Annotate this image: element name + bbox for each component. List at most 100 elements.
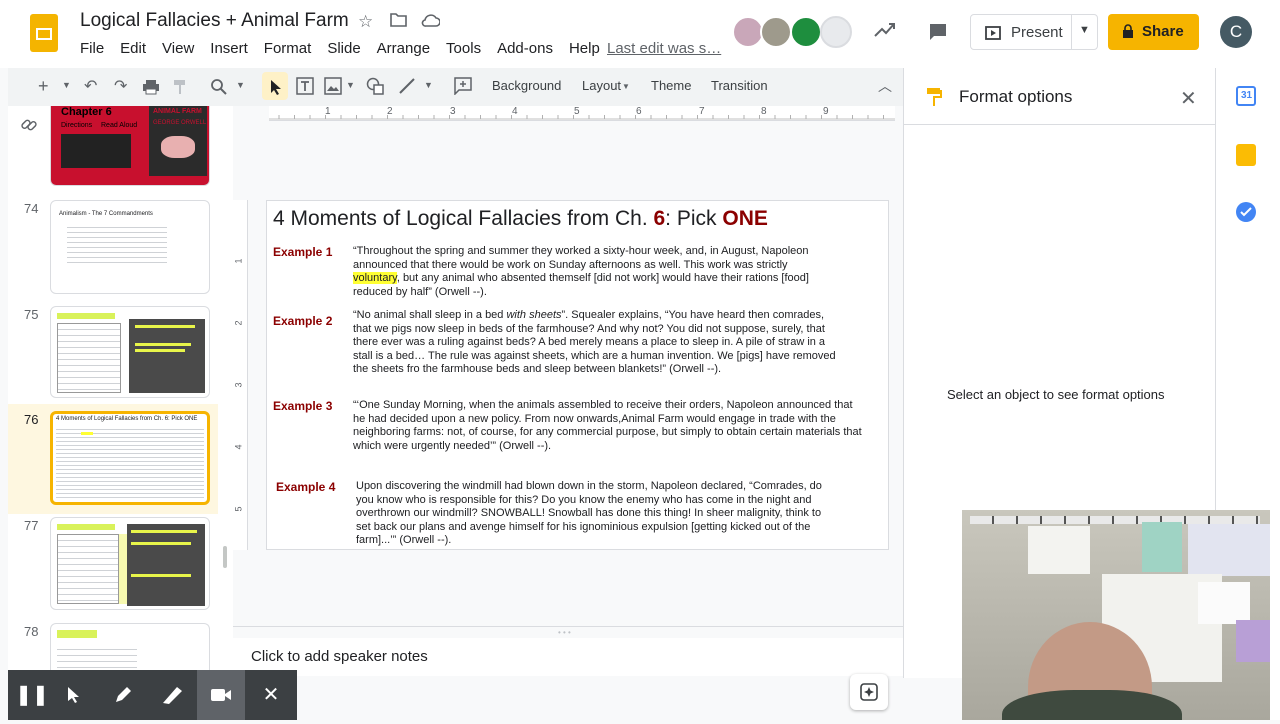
text-box-icon[interactable] <box>296 77 314 100</box>
close-panel-icon[interactable]: ✕ <box>1180 86 1197 111</box>
slide-thumbnail[interactable]: Animalism - The 7 Commandments <box>50 200 210 294</box>
menu-insert[interactable]: Insert <box>210 40 248 57</box>
menu-arrange[interactable]: Arrange <box>377 40 430 57</box>
ruler-tick: 8 <box>761 106 767 117</box>
zoom-dropdown-icon[interactable]: ▼ <box>236 80 245 90</box>
move-folder-icon[interactable] <box>390 12 407 32</box>
document-title[interactable]: Logical Fallacies + Animal Farm <box>80 10 349 32</box>
layout-dropdown-icon[interactable]: ▼ <box>622 82 630 91</box>
horizontal-ruler[interactable]: 1 2 3 4 5 6 7 8 9 <box>269 106 895 121</box>
lock-icon <box>1123 24 1133 38</box>
new-slide-dropdown-icon[interactable]: ▼ <box>62 80 71 90</box>
image-dropdown-icon[interactable]: ▼ <box>346 80 355 90</box>
activity-trend-icon[interactable] <box>874 22 896 43</box>
speaker-notes[interactable]: Click to add speaker notes <box>233 638 903 676</box>
keep-icon[interactable] <box>1236 144 1256 166</box>
add-comment-icon[interactable] <box>454 77 472 100</box>
wall-poster <box>1236 620 1270 662</box>
webcam-overlay <box>962 510 1270 720</box>
user-account-avatar[interactable]: C <box>1220 16 1252 48</box>
example-4-label: Example 4 <box>276 480 336 494</box>
background-button[interactable]: Background <box>492 78 561 93</box>
slides-logo-icon[interactable] <box>30 14 58 52</box>
slide-76[interactable]: 4 Moments of Logical Fallacies from Ch. … <box>266 200 889 550</box>
cloud-status-icon[interactable] <box>421 12 441 32</box>
example-4-text[interactable]: Upon discovering the windmill had blown … <box>356 480 876 548</box>
slide-number: 76 <box>24 412 39 427</box>
wall-paper <box>1028 526 1090 574</box>
star-icon[interactable]: ☆ <box>358 12 373 32</box>
menu-edit[interactable]: Edit <box>120 40 146 57</box>
pen-tool-icon[interactable] <box>99 670 147 720</box>
pause-icon[interactable]: ❚❚ <box>8 670 56 720</box>
shape-icon[interactable] <box>366 77 384 100</box>
example-3-label: Example 3 <box>273 399 333 413</box>
explore-sparkle-icon <box>860 683 878 701</box>
highlighter-tool-icon[interactable] <box>148 670 196 720</box>
ruler-tick: 6 <box>636 106 642 117</box>
more-collaborators-icon[interactable] <box>820 16 852 48</box>
share-label: Share <box>1142 23 1184 40</box>
pig-illustration <box>161 136 195 158</box>
thumbnail-text-lines <box>56 426 204 500</box>
paint-format-icon[interactable] <box>172 79 188 100</box>
theme-button[interactable]: Theme <box>651 78 691 93</box>
slide-number: 74 <box>24 201 39 216</box>
example-2-text[interactable]: “No animal shall sleep in a bed with she… <box>353 309 883 377</box>
redo-icon[interactable]: ↷ <box>114 76 127 96</box>
share-button[interactable]: Share <box>1108 14 1199 50</box>
book-cover-image: ANIMAL FARM GEORGE ORWELL <box>149 106 207 176</box>
thumbnail-title: Animalism - The 7 Commandments <box>59 211 153 217</box>
last-edit-link[interactable]: Last edit was s… <box>607 40 721 57</box>
select-tool[interactable] <box>262 72 288 100</box>
menu-tools[interactable]: Tools <box>446 40 481 57</box>
menu-slide[interactable]: Slide <box>327 40 360 57</box>
layout-button[interactable]: Layout <box>582 78 621 93</box>
pointer-tool-icon[interactable] <box>50 670 98 720</box>
image-icon[interactable] <box>324 77 342 100</box>
slide-thumbnail-selected[interactable]: 4 Moments of Logical Fallacies from Ch. … <box>50 411 210 505</box>
present-dropdown-icon[interactable]: ▼ <box>1079 24 1090 36</box>
example-3-text[interactable]: “‘One Sunday Morning, when the animals a… <box>353 399 888 453</box>
close-recording-icon[interactable]: ✕ <box>247 670 295 720</box>
collaborator-avatar[interactable] <box>790 16 822 48</box>
ruler-tick: 5 <box>574 106 580 117</box>
wall-paper <box>1198 582 1250 624</box>
slide-thumbnail[interactable]: Chapter 6 Directions Read Aloud ANIMAL F… <box>50 106 210 186</box>
comment-icon[interactable] <box>928 22 948 47</box>
vertical-ruler[interactable]: 1 2 3 4 5 <box>233 200 248 550</box>
ruler-tick: 1 <box>325 106 331 117</box>
line-dropdown-icon[interactable]: ▼ <box>424 80 433 90</box>
thumbnail-text: ANIMAL FARM <box>153 108 202 115</box>
ruler-tick: 5 <box>233 506 244 512</box>
new-slide-icon[interactable]: + <box>38 76 49 97</box>
ruler-tick: 3 <box>450 106 456 117</box>
undo-icon[interactable]: ↶ <box>84 76 97 96</box>
slide-title[interactable]: 4 Moments of Logical Fallacies from Ch. … <box>273 207 768 231</box>
line-icon[interactable] <box>398 77 416 100</box>
menu-addons[interactable]: Add-ons <box>497 40 553 57</box>
explore-button[interactable] <box>850 674 888 710</box>
collapse-toolbar-icon[interactable]: ︿ <box>878 76 892 96</box>
camera-toggle-icon[interactable] <box>197 670 245 720</box>
menu-file[interactable]: File <box>80 40 104 57</box>
filmstrip-scrollbar[interactable] <box>223 546 227 568</box>
slide-thumbnail[interactable] <box>50 517 210 610</box>
print-icon[interactable] <box>142 79 160 100</box>
thumbnail-dark-box <box>129 319 205 393</box>
tasks-icon[interactable] <box>1236 202 1256 222</box>
menu-help[interactable]: Help <box>569 40 600 57</box>
menu-view[interactable]: View <box>162 40 194 57</box>
slide-thumbnail[interactable] <box>50 306 210 398</box>
collaborator-avatar[interactable] <box>760 16 792 48</box>
present-button[interactable]: Present ▼ <box>970 14 1098 50</box>
menu-format[interactable]: Format <box>264 40 312 57</box>
transition-button[interactable]: Transition <box>711 78 768 93</box>
thumbnail-title: Chapter 6 <box>61 106 112 118</box>
link-icon <box>20 116 38 139</box>
wall-papers <box>970 516 1260 524</box>
zoom-icon[interactable] <box>210 78 228 101</box>
calendar-icon[interactable]: 31 <box>1236 86 1256 106</box>
example-1-text[interactable]: “Throughout the spring and summer they w… <box>353 245 883 299</box>
present-icon <box>985 26 1001 40</box>
